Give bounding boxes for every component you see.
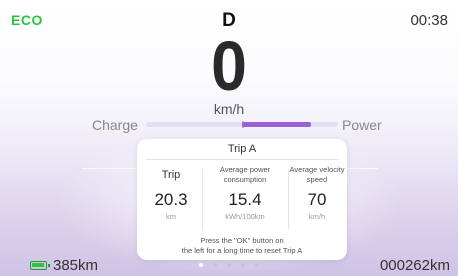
power-bar <box>146 121 338 128</box>
page-dot[interactable] <box>213 263 217 267</box>
trip-distance-column: Trip 20.3 km <box>141 162 201 232</box>
page-dot[interactable] <box>199 263 203 267</box>
charge-label: Charge <box>92 117 138 133</box>
trip-distance-unit: km <box>166 212 176 221</box>
avg-speed-unit: km/h <box>308 212 326 221</box>
range-value: 385km <box>53 257 99 274</box>
range-display: 385km <box>30 257 98 274</box>
avg-speed-header: Average velocity speed <box>289 165 345 184</box>
trip-card-title: Trip A <box>227 143 257 155</box>
avg-consumption-unit: kWh/100km <box>225 212 265 221</box>
battery-icon <box>30 261 50 270</box>
trip-distance-value: 20.3 <box>154 190 188 209</box>
avg-speed-value: 70 <box>307 190 327 209</box>
trip-distance-header: Trip <box>161 169 181 181</box>
trip-card[interactable]: Trip A Trip 20.3 km Average power consum… <box>137 139 347 260</box>
page-dot[interactable] <box>227 263 231 267</box>
trip-card-divider <box>145 159 339 160</box>
odometer: 000262km <box>379 257 450 274</box>
speed-value: 0 <box>211 27 247 105</box>
reset-instructions-line-2: the left for a long time to reset Trip A <box>181 246 303 255</box>
speed-unit: km/h <box>213 101 245 117</box>
reset-instructions: Press the "OK" button on the left for a … <box>137 236 347 256</box>
avg-consumption-value: 15.4 <box>228 190 262 209</box>
page-dot[interactable] <box>255 263 259 267</box>
power-bar-fill <box>242 122 312 127</box>
avg-speed-column: Average velocity speed 70 km/h <box>289 162 345 232</box>
cluster-screen: ECO D 00:38 0 km/h Charge Power Trip A T… <box>0 0 458 276</box>
power-label: Power <box>342 117 382 133</box>
reset-instructions-line-1: Press the "OK" button on <box>200 236 284 245</box>
avg-consumption-column: Average power consumption 15.4 kWh/100km <box>203 162 287 232</box>
avg-consumption-header: Average power consumption <box>219 165 271 184</box>
page-dot[interactable] <box>241 263 245 267</box>
